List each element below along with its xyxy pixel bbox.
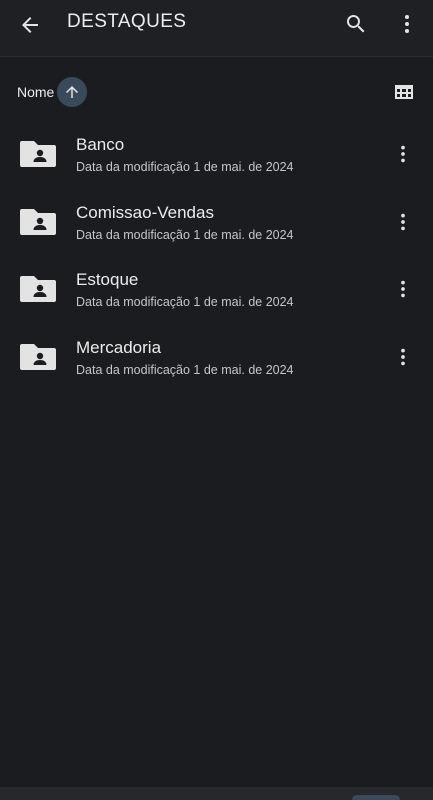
folder-modified-date: Data da modificação 1 de mai. de 2024 [76, 160, 294, 174]
folder-more-button[interactable] [388, 274, 418, 304]
more-vertical-icon [401, 280, 405, 298]
folder-name: Mercadoria [76, 337, 162, 357]
bottom-action-pill[interactable] [352, 795, 400, 800]
sort-direction-badge[interactable] [57, 77, 88, 107]
sort-by-name-button[interactable]: Nome [17, 76, 88, 108]
arrow-left-icon [22, 17, 38, 33]
folder-more-button[interactable] [388, 139, 418, 169]
folder-name: Estoque [76, 270, 139, 289]
page-title: DESTAQUES [67, 11, 187, 32]
shared-folder-icon [20, 208, 56, 235]
sort-bar: Nome [0, 72, 433, 112]
grid-view-icon [395, 85, 413, 99]
list-item[interactable]: Estoque Data da modificação 1 de mai. de… [0, 256, 433, 324]
arrow-up-icon [66, 86, 79, 98]
back-button[interactable] [14, 9, 46, 41]
more-options-button[interactable] [391, 8, 423, 40]
folder-more-button[interactable] [388, 207, 418, 237]
folder-more-button[interactable] [388, 342, 418, 372]
shared-folder-icon [20, 343, 56, 370]
more-vertical-icon [401, 348, 405, 365]
more-vertical-icon [401, 213, 405, 230]
folder-name: Comissao-Vendas [76, 202, 214, 222]
folder-modified-date: Data da modificação 1 de mai. de 2024 [76, 227, 294, 242]
more-vertical-icon [405, 15, 409, 33]
list-item[interactable]: Banco Data da modificação 1 de mai. de 2… [0, 121, 433, 189]
more-vertical-icon [401, 145, 405, 163]
app-bar: DESTAQUES [0, 0, 433, 57]
folder-name: Banco [76, 135, 125, 154]
list-item[interactable]: Mercadoria Data da modificação 1 de mai.… [0, 324, 433, 392]
search-icon [347, 15, 365, 33]
drive-folder-screen: DESTAQUES Nome Banco Data da modificação… [0, 0, 433, 800]
folder-list: Banco Data da modificação 1 de mai. de 2… [0, 121, 433, 391]
folder-modified-date: Data da modificação 1 de mai. de 2024 [76, 362, 294, 377]
shared-folder-icon [20, 276, 56, 302]
grid-view-button[interactable] [388, 76, 420, 108]
list-item[interactable]: Comissao-Vendas Data da modificação 1 de… [0, 189, 433, 257]
sort-label: Nome [17, 84, 55, 100]
folder-modified-date: Data da modificação 1 de mai. de 2024 [76, 295, 294, 309]
search-button[interactable] [340, 8, 372, 40]
shared-folder-icon [20, 141, 56, 167]
